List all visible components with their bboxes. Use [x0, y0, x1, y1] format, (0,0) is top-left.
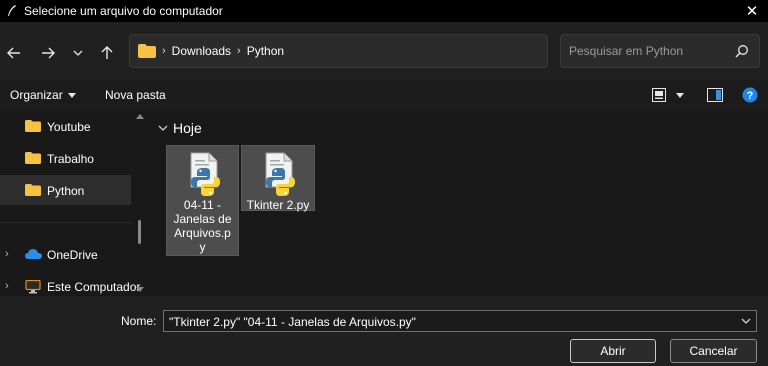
sidebar-item-onedrive[interactable]: › OneDrive [0, 239, 131, 269]
scroll-thumb[interactable] [138, 220, 141, 244]
chevron-right-icon: › [162, 45, 166, 57]
chevron-right-icon: › [237, 45, 241, 57]
address-bar[interactable]: › Downloads › Python [129, 34, 664, 68]
sidebar-scrollbar[interactable] [132, 110, 148, 296]
search-input[interactable] [569, 43, 729, 59]
help-button[interactable]: ? [742, 86, 758, 104]
preview-pane-button[interactable] [707, 86, 723, 104]
folder-icon [138, 44, 156, 58]
close-button[interactable]: ✕ [742, 0, 762, 22]
window-title: Selecione um arquivo do computador [24, 4, 223, 18]
caret-down-icon [67, 92, 76, 98]
folder-icon [25, 120, 41, 132]
python-file-icon [190, 152, 220, 196]
feather-icon [4, 3, 20, 19]
view-icon [652, 88, 666, 102]
sidebar-item-python[interactable]: Python [0, 175, 131, 205]
chevron-right-icon[interactable]: › [5, 248, 9, 260]
search-icon[interactable] [735, 44, 749, 58]
file-name: 04-11 - Janelas de Arquivos.p y [167, 198, 238, 254]
folder-icon [25, 184, 41, 196]
sidebar-item-label: Youtube [47, 120, 91, 134]
python-file-icon [265, 152, 295, 196]
file-name-label: Nome: [121, 314, 157, 328]
recent-locations-button[interactable] [67, 42, 89, 64]
file-name-line: Janelas de [173, 212, 232, 226]
navigation-pane: Youtube Trabalho Python › OneDrive › Est… [0, 110, 140, 296]
scroll-down-icon[interactable] [136, 287, 144, 292]
folder-icon [25, 152, 41, 164]
file-name-line: y [199, 240, 206, 254]
close-icon: ✕ [745, 3, 759, 20]
dialog-footer: Nome: Abrir Cancelar [0, 296, 768, 366]
new-folder-button[interactable]: Nova pasta [105, 88, 166, 102]
file-name-input[interactable] [169, 314, 729, 329]
file-name-line: Tkinter 2.py [246, 198, 310, 212]
svg-text:?: ? [747, 90, 754, 102]
arrow-right-icon [42, 47, 55, 59]
file-item[interactable]: Tkinter 2.py [241, 145, 315, 212]
file-name: Tkinter 2.py [242, 198, 314, 212]
command-bar: Organizar Nova pasta ? [0, 80, 768, 110]
chevron-right-icon[interactable]: › [5, 280, 9, 292]
scroll-up-icon[interactable] [136, 114, 144, 119]
navigation-bar: › Downloads › Python [0, 22, 768, 80]
sidebar-item-label: OneDrive [47, 248, 98, 262]
file-item[interactable]: 04-11 - Janelas de Arquivos.p y [166, 145, 239, 256]
file-name-line: 04-11 - [183, 198, 222, 212]
new-folder-label: Nova pasta [105, 88, 166, 102]
file-name-combobox [163, 310, 757, 332]
forward-button[interactable] [37, 42, 59, 64]
computer-icon [25, 280, 41, 294]
organize-button[interactable]: Organizar [10, 88, 76, 102]
sidebar-item-label: Python [47, 184, 85, 198]
chevron-down-icon [73, 50, 83, 56]
group-header-label: Hoje [173, 120, 202, 136]
up-button[interactable] [96, 42, 118, 64]
arrow-left-icon [7, 47, 20, 59]
change-view-button[interactable] [652, 86, 684, 104]
caret-down-icon [676, 92, 684, 98]
breadcrumb-python[interactable]: Python [247, 44, 284, 58]
file-name-line: Arquivos.p [174, 226, 231, 240]
cloud-icon [25, 249, 42, 259]
open-button[interactable]: Abrir [570, 339, 656, 363]
cancel-button[interactable]: Cancelar [670, 339, 757, 363]
search-box [560, 34, 760, 68]
arrow-up-icon [101, 46, 113, 59]
sidebar-item-label: Trabalho [47, 152, 94, 166]
sidebar-divider [0, 222, 131, 223]
breadcrumb-downloads[interactable]: Downloads [172, 44, 231, 58]
chevron-down-icon [158, 125, 168, 131]
sidebar-item-label: Este Computador [47, 280, 141, 294]
chevron-down-icon[interactable] [740, 315, 752, 327]
back-button[interactable] [3, 42, 25, 64]
help-icon: ? [742, 87, 758, 103]
organize-label: Organizar [10, 88, 63, 102]
sidebar-item-trabalho[interactable]: Trabalho [0, 143, 131, 173]
title-bar: Selecione um arquivo do computador ✕ [0, 0, 768, 22]
group-header-hoje[interactable]: Hoje [157, 120, 202, 136]
preview-pane-icon [707, 88, 723, 102]
sidebar-item-youtube[interactable]: Youtube [0, 111, 131, 141]
